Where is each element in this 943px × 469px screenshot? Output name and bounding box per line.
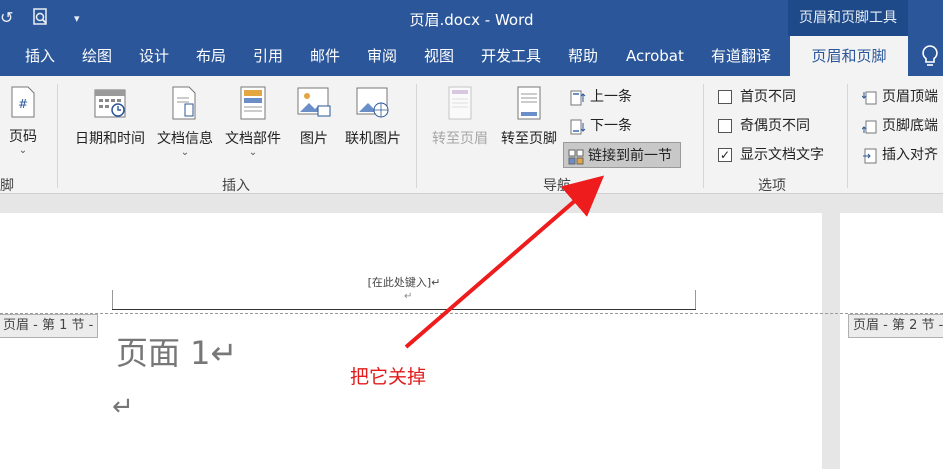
- group-label-options: 选项: [758, 178, 786, 194]
- tab-insert[interactable]: 插入: [25, 36, 55, 76]
- empty-paragraph-mark: ↵: [112, 392, 134, 422]
- group-label-insert: 插入: [222, 178, 250, 194]
- tab-youdao[interactable]: 有道翻译: [711, 36, 771, 76]
- quick-parts-button[interactable]: 文档部件 ⌄: [221, 86, 285, 158]
- tab-help[interactable]: 帮助: [568, 36, 598, 76]
- tab-header-footer[interactable]: 页眉和页脚: [790, 36, 908, 76]
- header-placeholder-text[interactable]: [在此处键入]↵: [112, 274, 696, 290]
- header-section-1-tag: 页眉 - 第 1 节 -: [0, 314, 99, 338]
- header-border-line: [112, 309, 696, 310]
- document-info-icon: [153, 86, 217, 124]
- chevron-down-icon: ⌄: [248, 147, 258, 158]
- quick-parts-icon: [221, 86, 285, 124]
- different-first-page-checkbox[interactable]: 首页不同: [718, 86, 796, 108]
- link-to-previous-icon: [568, 148, 584, 165]
- checkbox-box: [718, 90, 732, 104]
- insert-alignment-tab-button[interactable]: 插入对齐: [858, 142, 938, 168]
- picture-icon: [292, 86, 336, 124]
- title-bar: ↺ ▾ 页眉.docx - Word 页眉和页脚工具: [0, 0, 943, 36]
- show-document-text-checkbox[interactable]: ✓ 显示文档文字: [718, 144, 824, 166]
- chevron-down-icon: ⌄: [180, 147, 190, 158]
- checkmark-icon: ✓: [718, 148, 732, 162]
- group-label-fragment: 脚: [0, 178, 14, 194]
- previous-section-button[interactable]: 上一条: [566, 84, 632, 110]
- checkbox-box: [718, 119, 732, 133]
- header-boundary-right: [695, 290, 696, 310]
- annotation-text: 把它关掉: [350, 366, 427, 388]
- group-label-navigation: 导航: [543, 178, 571, 194]
- picture-button[interactable]: 图片: [292, 86, 336, 148]
- next-section-button[interactable]: 下一条: [566, 113, 632, 139]
- document-info-button[interactable]: 文档信息 ⌄: [153, 86, 217, 158]
- context-tool-title: 页眉和页脚工具: [788, 0, 908, 36]
- page-number-button[interactable]: # 页码 ⌄: [6, 86, 40, 156]
- alignment-tab-icon: [862, 147, 878, 164]
- group-divider: [57, 84, 58, 188]
- header-section-2-tag: 页眉 - 第 2 节 -: [848, 314, 943, 338]
- goto-footer-icon: [496, 86, 562, 124]
- tab-acrobat[interactable]: Acrobat: [626, 36, 684, 76]
- tab-view[interactable]: 视图: [424, 36, 454, 76]
- link-to-previous-button[interactable]: 链接到前一节: [563, 142, 681, 168]
- page-2[interactable]: [840, 213, 943, 469]
- tab-mailings[interactable]: 邮件: [310, 36, 340, 76]
- goto-header-icon: [426, 86, 494, 124]
- tab-design[interactable]: 设计: [139, 36, 169, 76]
- date-time-button[interactable]: 日期和时间: [70, 86, 150, 148]
- body-heading-text[interactable]: 页面 1↵: [116, 328, 237, 374]
- ribbon: # 页码 ⌄ 脚 日期和时间 文档信息 ⌄ 文档部件 ⌄ 图片 联机图片 插入 …: [0, 76, 943, 194]
- tab-references[interactable]: 引用: [253, 36, 283, 76]
- tab-layout[interactable]: 布局: [196, 36, 226, 76]
- footer-position-icon: [861, 118, 878, 134]
- group-divider: [416, 84, 417, 188]
- tell-me-lightbulb-icon[interactable]: [920, 36, 940, 76]
- footer-bottom-position-button[interactable]: 页脚底端: [858, 113, 938, 139]
- tab-developer[interactable]: 开发工具: [481, 36, 541, 76]
- next-section-icon: [570, 118, 586, 135]
- tab-review[interactable]: 审阅: [367, 36, 397, 76]
- group-divider: [703, 84, 704, 188]
- paragraph-mark: ↵: [404, 291, 413, 302]
- chevron-down-icon: ⌄: [18, 145, 28, 156]
- page-number-icon: #: [6, 86, 40, 122]
- header-top-position-button[interactable]: 页眉顶端: [858, 84, 938, 110]
- different-odd-even-checkbox[interactable]: 奇偶页不同: [718, 115, 810, 137]
- online-picture-button[interactable]: 联机图片: [340, 86, 406, 148]
- online-picture-icon: [340, 86, 406, 124]
- goto-footer-button[interactable]: 转至页脚: [496, 86, 562, 148]
- ribbon-tab-bar: 插入 绘图 设计 布局 引用 邮件 审阅 视图 开发工具 帮助 Acrobat …: [0, 36, 943, 76]
- previous-section-icon: [570, 89, 586, 106]
- tab-draw[interactable]: 绘图: [82, 36, 112, 76]
- calendar-icon: [70, 86, 150, 124]
- svg-text:#: #: [18, 97, 28, 111]
- header-position-icon: [861, 89, 878, 105]
- header-separator-dashed: [0, 313, 943, 314]
- goto-header-button[interactable]: 转至页眉: [426, 86, 494, 148]
- group-divider: [847, 84, 848, 188]
- header-boundary-left: [112, 290, 113, 310]
